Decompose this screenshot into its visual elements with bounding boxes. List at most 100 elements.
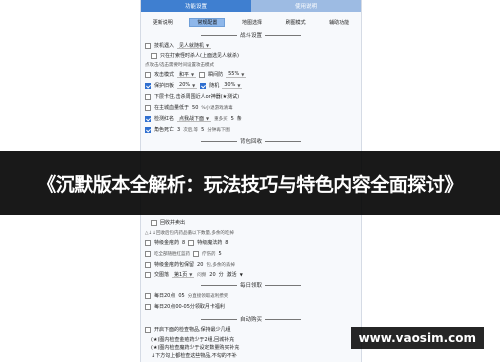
select-value: 第1页 xyxy=(174,271,188,278)
checkbox[interactable] xyxy=(145,42,151,49)
checkbox[interactable] xyxy=(145,326,151,333)
note-text: (★)图内检查金疮药少于2组,回城补充 xyxy=(151,337,235,343)
row-label: 保护旧板 xyxy=(154,83,175,89)
section-battle: 战斗设置 xyxy=(141,31,361,39)
page-select[interactable]: 第1页 ▼ xyxy=(172,271,195,278)
tab-map-select[interactable]: 地图选择 xyxy=(235,18,269,27)
checkbox[interactable] xyxy=(145,250,151,257)
banner-title: 《沉默版本全解析：玩法技巧与特色内容全面探讨》 xyxy=(37,173,463,196)
red-name-select[interactable]: 点我战下面 ▼ xyxy=(177,115,212,122)
select-value: 和平 xyxy=(179,71,190,78)
row-monthly-card: 每日20点00-05分领取月卡福利 xyxy=(145,302,225,311)
row-attack-mode: 攻击模式 和平 ▼ 瞬间防 55% ▼ xyxy=(145,70,247,79)
row-label: 回收并卖出 xyxy=(160,220,186,226)
row-label-2: 随机 xyxy=(209,83,220,89)
row-label: 检测红名 xyxy=(154,116,175,122)
row-eat-potions: 吃全部随胜红蓝药 疗伤药 5 xyxy=(145,249,222,258)
row-label-2: 次后,等 xyxy=(183,127,199,133)
encounter-select[interactable]: 见人就随机 ▼ xyxy=(177,42,212,49)
checkbox[interactable] xyxy=(188,239,195,246)
row-check-items: 开启下面的检查物品,保持最少几组 xyxy=(145,325,231,334)
value-text[interactable]: 3 xyxy=(177,127,180,133)
checkbox[interactable] xyxy=(145,93,151,100)
row-label: 角色死亡 xyxy=(154,127,175,133)
row-label: 吃全部随胜红蓝药 xyxy=(154,251,190,257)
checkbox-checked[interactable] xyxy=(200,82,207,89)
row-label: 只在打索怪时杀人(上面选见人就杀) xyxy=(160,53,239,59)
row-label: 交图落 xyxy=(154,272,170,278)
tab-general-config[interactable]: 常规配置 xyxy=(189,17,226,27)
tab-function-settings[interactable]: 功能设置 xyxy=(141,0,251,12)
row-kill-only-when-grinding: 只在打索怪时杀人(上面选见人就杀) xyxy=(151,51,239,60)
attack-mode-select[interactable]: 和平 ▼ xyxy=(177,71,197,78)
title-banner: 《沉默版本全解析：玩法技巧与特色内容全面探讨》 xyxy=(0,151,500,215)
checkbox-checked[interactable] xyxy=(145,115,151,122)
tab-update-notes[interactable]: 更新说明 xyxy=(146,18,180,27)
chevron-down-icon: ▼ xyxy=(192,82,196,88)
row-attack-note: 点攻击/选击需要时间设置攻击模式 xyxy=(145,60,214,69)
select-value: 55% xyxy=(228,71,240,77)
row-red-name: 检测红名 点我战下面 ▼ 重多买 5 条 xyxy=(145,114,242,123)
sub-tab-bar: 更新说明 常规配置 地图选择 刷图模式 辅助功能 xyxy=(141,17,361,27)
note-text: 分直接领取返利攒奖 xyxy=(187,293,229,299)
value-text[interactable]: 5 xyxy=(219,251,222,257)
tab-instructions[interactable]: 使用说明 xyxy=(251,0,361,12)
row-label: 攻击模式 xyxy=(154,72,175,78)
section-battle-title: 战斗设置 xyxy=(239,33,262,39)
value-text[interactable]: 05 xyxy=(178,293,184,299)
random-percent-select[interactable]: 30% ▼ xyxy=(222,82,243,89)
note-text: (★)图内检查魔药少于设定数量购买补充 xyxy=(151,345,240,351)
unit-text: 分钟再下图 xyxy=(207,127,230,133)
unit-text: 条 xyxy=(236,116,242,122)
row-buy-note-3: ↓下方勾上都检查这些物品,不勾的不补 xyxy=(151,351,237,360)
checkbox[interactable] xyxy=(145,239,151,246)
row-label-2: 特级魔法药 xyxy=(197,240,223,246)
row-protect: 保护旧板 20% ▼ 随机 30% ▼ xyxy=(145,81,243,90)
value-text[interactable]: 20 xyxy=(197,262,203,268)
checkbox[interactable] xyxy=(145,292,151,299)
value-text-2[interactable]: 8 xyxy=(225,240,228,246)
row-keep-potions: 特级金疮药包保留 20 包,多余的丢掉 xyxy=(145,260,235,269)
unit-text: 分 xyxy=(218,272,224,278)
chevron-down-icon[interactable]: ▼ xyxy=(240,272,243,277)
value-text[interactable]: 50 xyxy=(192,105,198,111)
row-label-2: 疗伤药 xyxy=(202,251,216,257)
section-auto-buy-title: 自动购买 xyxy=(239,317,262,323)
row-label-2: 问频 xyxy=(197,272,207,278)
checkbox-checked[interactable] xyxy=(145,82,151,89)
row-label: 特级金疮药 xyxy=(154,240,180,246)
section-daily: 每日领取 xyxy=(141,281,361,289)
checkbox[interactable] xyxy=(145,271,151,278)
row-potion-counts: 特级金疮药 8 特级魔法药 8 xyxy=(145,238,228,247)
row-label-2: 瞬间防 xyxy=(208,72,224,78)
note-text: ↓下方勾上都检查这些物品,不勾的不补 xyxy=(151,353,237,359)
checkbox[interactable] xyxy=(145,71,151,78)
checkbox[interactable] xyxy=(193,250,199,257)
row-label: 下层卡住,击杀周围近人or神器(★测试) xyxy=(154,94,240,100)
note-text: △↓↓回收后包内药品循以下数量,多余的吃掉 xyxy=(145,230,234,236)
tab-assist[interactable]: 辅助功能 xyxy=(322,18,356,27)
value-text[interactable]: 5 xyxy=(231,116,234,122)
value-text[interactable]: 20 xyxy=(209,272,215,278)
activate-label[interactable]: 激活 xyxy=(227,271,237,278)
checkbox-checked[interactable] xyxy=(145,126,151,133)
row-recycle-sell: 回收并卖出 xyxy=(151,218,185,227)
row-daily-rebate: 每日20点 05 分直接领取返利攒奖 xyxy=(145,291,228,300)
tab-grind-mode[interactable]: 刷图模式 xyxy=(279,18,313,27)
section-daily-title: 每日领取 xyxy=(239,283,262,289)
checkbox[interactable] xyxy=(199,71,206,78)
value-text-2[interactable]: 5 xyxy=(201,127,204,133)
row-random-on-encounter: 技机遇入 见人就随机 ▼ xyxy=(145,41,212,50)
protect-percent-select[interactable]: 20% ▼ xyxy=(177,82,198,89)
chevron-down-icon: ▼ xyxy=(241,71,245,77)
checkbox[interactable] xyxy=(145,261,151,268)
row-label: 每日20点00-05分领取月卡福利 xyxy=(154,304,225,310)
checkbox[interactable] xyxy=(145,303,151,310)
checkbox[interactable] xyxy=(151,219,157,226)
percent-select[interactable]: 55% ▼ xyxy=(226,71,247,78)
value-text[interactable]: 8 xyxy=(182,240,185,246)
checkbox[interactable] xyxy=(151,52,157,59)
checkbox[interactable] xyxy=(145,104,151,111)
row-label: 特级金疮药包保留 xyxy=(154,262,195,268)
chevron-down-icon: ▼ xyxy=(206,42,210,48)
